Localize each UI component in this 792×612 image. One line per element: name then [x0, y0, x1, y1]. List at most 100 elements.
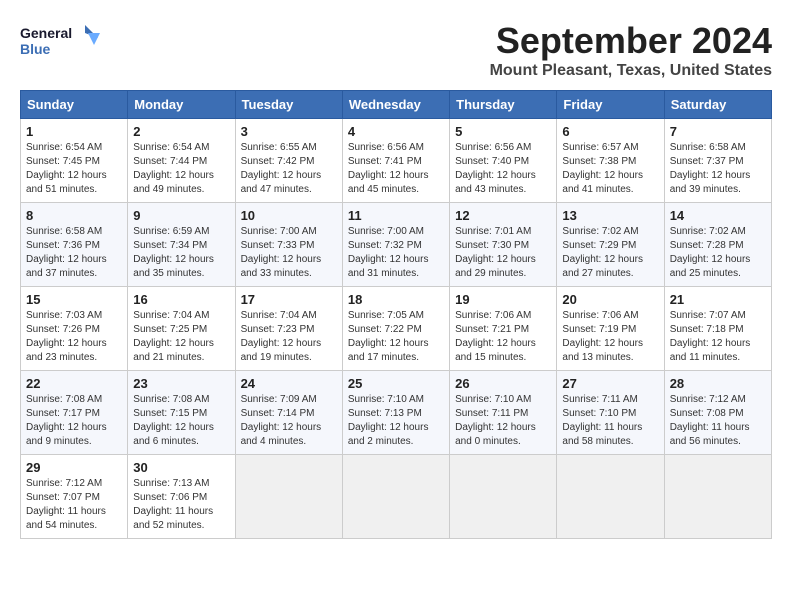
day-number: 18: [348, 292, 444, 307]
page-header: General Blue September 2024 Mount Pleasa…: [20, 20, 772, 80]
table-row: 13 Sunrise: 7:02 AM Sunset: 7:29 PM Dayli…: [557, 203, 664, 287]
table-row: 16 Sunrise: 7:04 AM Sunset: 7:25 PM Dayli…: [128, 287, 235, 371]
table-row: [557, 455, 664, 539]
table-row: 21 Sunrise: 7:07 AM Sunset: 7:18 PM Dayli…: [664, 287, 771, 371]
table-row: 8 Sunrise: 6:58 AM Sunset: 7:36 PM Daylig…: [21, 203, 128, 287]
table-row: 5Sunrise: 6:56 AM Sunset: 7:40 PM Daylig…: [450, 119, 557, 203]
table-row: 10Sunrise: 7:00 AM Sunset: 7:33 PM Dayli…: [235, 203, 342, 287]
table-row: 17Sunrise: 7:04 AM Sunset: 7:23 PM Dayli…: [235, 287, 342, 371]
day-number: 4: [348, 124, 444, 139]
day-number: 15: [26, 292, 122, 307]
day-number: 5: [455, 124, 551, 139]
table-row: [342, 455, 449, 539]
table-row: 4 Sunrise: 6:56 AM Sunset: 7:41 PM Daylig…: [342, 119, 449, 203]
calendar-week-4: 22 Sunrise: 7:08 AM Sunset: 7:17 PM Dayli…: [21, 371, 772, 455]
day-number: 2: [133, 124, 229, 139]
day-info: Sunrise: 7:03 AM Sunset: 7:26 PM Dayligh…: [26, 309, 122, 365]
day-info: Sunrise: 7:02 AM Sunset: 7:28 PM Dayligh…: [670, 225, 766, 281]
table-row: 23 Sunrise: 7:08 AM Sunset: 7:15 PM Dayli…: [128, 371, 235, 455]
header-friday: Friday: [557, 91, 664, 119]
day-info: Sunrise: 7:02 AM Sunset: 7:29 PM Dayligh…: [562, 225, 658, 281]
day-number: 26: [455, 376, 551, 391]
day-number: 27: [562, 376, 658, 391]
calendar-week-3: 15 Sunrise: 7:03 AM Sunset: 7:26 PM Dayli…: [21, 287, 772, 371]
day-info: Sunrise: 6:56 AM Sunset: 7:41 PM Dayligh…: [348, 141, 444, 197]
day-number: 3: [241, 124, 337, 139]
day-number: 13: [562, 208, 658, 223]
table-row: 27 Sunrise: 7:11 AM Sunset: 7:10 PM Dayli…: [557, 371, 664, 455]
table-row: 6 Sunrise: 6:57 AM Sunset: 7:38 PM Daylig…: [557, 119, 664, 203]
month-title: September 2024: [490, 20, 772, 62]
table-row: 11Sunrise: 7:00 AM Sunset: 7:32 PM Dayli…: [342, 203, 449, 287]
day-info: Sunrise: 6:54 AM Sunset: 7:45 PM Dayligh…: [26, 141, 122, 197]
header-thursday: Thursday: [450, 91, 557, 119]
table-row: 12 Sunrise: 7:01 AM Sunset: 7:30 PM Dayli…: [450, 203, 557, 287]
day-info: Sunrise: 6:55 AM Sunset: 7:42 PM Dayligh…: [241, 141, 337, 197]
day-info: Sunrise: 7:12 AM Sunset: 7:07 PM Dayligh…: [26, 477, 122, 533]
day-number: 21: [670, 292, 766, 307]
header-saturday: Saturday: [664, 91, 771, 119]
day-info: Sunrise: 6:59 AM Sunset: 7:34 PM Dayligh…: [133, 225, 229, 281]
day-info: Sunrise: 7:11 AM Sunset: 7:10 PM Dayligh…: [562, 393, 658, 449]
day-number: 11: [348, 208, 444, 223]
table-row: 3 Sunrise: 6:55 AM Sunset: 7:42 PM Daylig…: [235, 119, 342, 203]
day-info: Sunrise: 7:06 AM Sunset: 7:21 PM Dayligh…: [455, 309, 551, 365]
day-info: Sunrise: 7:04 AM Sunset: 7:25 PM Dayligh…: [133, 309, 229, 365]
day-number: 29: [26, 460, 122, 475]
day-info: Sunrise: 7:01 AM Sunset: 7:30 PM Dayligh…: [455, 225, 551, 281]
header-tuesday: Tuesday: [235, 91, 342, 119]
table-row: 7 Sunrise: 6:58 AM Sunset: 7:37 PM Daylig…: [664, 119, 771, 203]
day-number: 25: [348, 376, 444, 391]
day-info: Sunrise: 7:06 AM Sunset: 7:19 PM Dayligh…: [562, 309, 658, 365]
day-info: Sunrise: 7:13 AM Sunset: 7:06 PM Dayligh…: [133, 477, 229, 533]
table-row: 28 Sunrise: 7:12 AM Sunset: 7:08 PM Dayli…: [664, 371, 771, 455]
day-info: Sunrise: 6:57 AM Sunset: 7:38 PM Dayligh…: [562, 141, 658, 197]
day-info: Sunrise: 7:08 AM Sunset: 7:15 PM Dayligh…: [133, 393, 229, 449]
calendar-week-2: 8 Sunrise: 6:58 AM Sunset: 7:36 PM Daylig…: [21, 203, 772, 287]
day-number: 23: [133, 376, 229, 391]
day-number: 16: [133, 292, 229, 307]
table-row: 25 Sunrise: 7:10 AM Sunset: 7:13 PM Dayli…: [342, 371, 449, 455]
calendar-table: Sunday Monday Tuesday Wednesday Thursday…: [20, 90, 772, 539]
header-sunday: Sunday: [21, 91, 128, 119]
day-info: Sunrise: 7:10 AM Sunset: 7:13 PM Dayligh…: [348, 393, 444, 449]
header-wednesday: Wednesday: [342, 91, 449, 119]
svg-text:Blue: Blue: [20, 41, 51, 57]
table-row: 24 Sunrise: 7:09 AM Sunset: 7:14 PM Dayli…: [235, 371, 342, 455]
day-number: 28: [670, 376, 766, 391]
title-section: September 2024 Mount Pleasant, Texas, Un…: [490, 20, 772, 80]
day-number: 20: [562, 292, 658, 307]
table-row: 29 Sunrise: 7:12 AM Sunset: 7:07 PM Dayli…: [21, 455, 128, 539]
day-number: 22: [26, 376, 122, 391]
table-row: 14 Sunrise: 7:02 AM Sunset: 7:28 PM Dayli…: [664, 203, 771, 287]
day-number: 14: [670, 208, 766, 223]
days-header-row: Sunday Monday Tuesday Wednesday Thursday…: [21, 91, 772, 119]
day-number: 6: [562, 124, 658, 139]
day-info: Sunrise: 7:00 AM Sunset: 7:33 PM Dayligh…: [241, 225, 337, 281]
logo: General Blue: [20, 20, 100, 65]
day-info: Sunrise: 7:09 AM Sunset: 7:14 PM Dayligh…: [241, 393, 337, 449]
day-number: 30: [133, 460, 229, 475]
day-info: Sunrise: 7:07 AM Sunset: 7:18 PM Dayligh…: [670, 309, 766, 365]
day-number: 8: [26, 208, 122, 223]
table-row: [450, 455, 557, 539]
table-row: 9 Sunrise: 6:59 AM Sunset: 7:34 PM Daylig…: [128, 203, 235, 287]
logo-svg: General Blue: [20, 20, 100, 65]
day-info: Sunrise: 7:12 AM Sunset: 7:08 PM Dayligh…: [670, 393, 766, 449]
day-number: 12: [455, 208, 551, 223]
day-number: 7: [670, 124, 766, 139]
day-info: Sunrise: 7:08 AM Sunset: 7:17 PM Dayligh…: [26, 393, 122, 449]
table-row: 2 Sunrise: 6:54 AM Sunset: 7:44 PM Daylig…: [128, 119, 235, 203]
day-number: 17: [241, 292, 337, 307]
day-info: Sunrise: 6:58 AM Sunset: 7:36 PM Dayligh…: [26, 225, 122, 281]
day-info: Sunrise: 6:58 AM Sunset: 7:37 PM Dayligh…: [670, 141, 766, 197]
day-number: 9: [133, 208, 229, 223]
day-number: 24: [241, 376, 337, 391]
table-row: 22 Sunrise: 7:08 AM Sunset: 7:17 PM Dayli…: [21, 371, 128, 455]
day-info: Sunrise: 6:54 AM Sunset: 7:44 PM Dayligh…: [133, 141, 229, 197]
location-title: Mount Pleasant, Texas, United States: [490, 62, 772, 80]
svg-text:General: General: [20, 25, 72, 41]
day-number: 1: [26, 124, 122, 139]
calendar-week-1: 1 Sunrise: 6:54 AM Sunset: 7:45 PM Daylig…: [21, 119, 772, 203]
calendar-week-5: 29 Sunrise: 7:12 AM Sunset: 7:07 PM Dayli…: [21, 455, 772, 539]
